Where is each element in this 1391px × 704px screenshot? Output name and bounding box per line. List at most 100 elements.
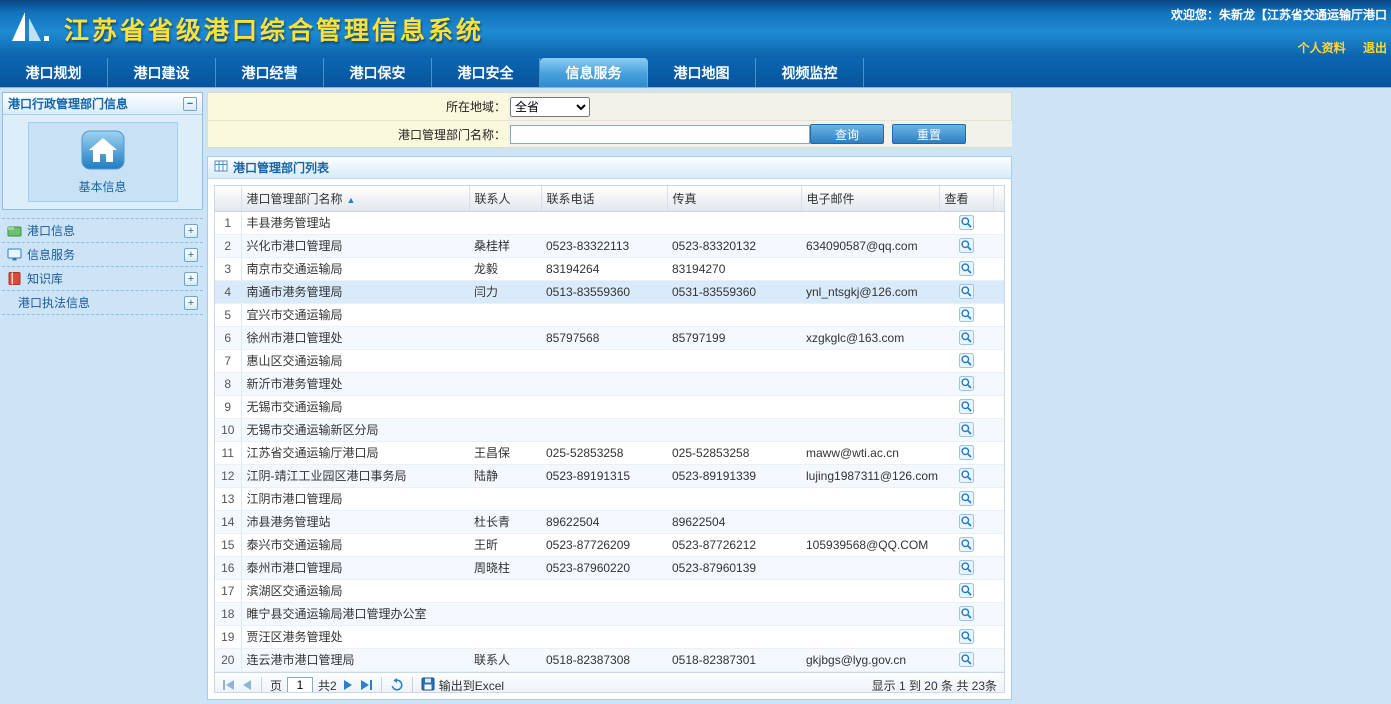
nav-tab-port-planning[interactable]: 港口规划 <box>0 58 108 87</box>
refresh-icon[interactable] <box>390 678 404 692</box>
col-fax[interactable]: 传真 <box>667 186 801 211</box>
view-magnifier-icon[interactable] <box>959 215 974 230</box>
sidebar-panel-header[interactable]: 港口行政管理部门信息 − <box>3 93 202 115</box>
nav-tab-port-safety[interactable]: 港口安全 <box>432 58 540 87</box>
sidebar-item-label: 港口信息 <box>27 222 75 239</box>
nav-tab-port-security[interactable]: 港口保安 <box>324 58 432 87</box>
table-row[interactable]: 1 丰县港务管理站 <box>215 211 1004 234</box>
sidebar-item-info-service[interactable]: 信息服务 + <box>2 243 203 267</box>
view-magnifier-icon[interactable] <box>959 468 974 483</box>
table-row[interactable]: 19 贾汪区港务管理处 <box>215 625 1004 648</box>
sidebar: 港口行政管理部门信息 − <box>2 92 203 700</box>
expand-button[interactable]: + <box>184 272 198 286</box>
table-row[interactable]: 12 江阴-靖江工业园区港口事务局 陆静 0523-89191315 0523-… <box>215 464 1004 487</box>
col-email[interactable]: 电子邮件 <box>801 186 939 211</box>
nav-tab-video-monitor[interactable]: 视频监控 <box>756 58 864 87</box>
sidebar-item-port-law-enforcement[interactable]: 港口执法信息 + <box>2 291 203 315</box>
cell-dept-name: 新沂市港务管理处 <box>241 372 469 395</box>
col-dept-name[interactable]: 港口管理部门名称▲ <box>241 186 469 211</box>
cell-filler <box>993 464 1004 487</box>
sidebar-item-port-info[interactable]: 港口信息 + <box>2 219 203 243</box>
nav-tab-port-construction[interactable]: 港口建设 <box>108 58 216 87</box>
table-row[interactable]: 7 惠山区交通运输局 <box>215 349 1004 372</box>
table-row[interactable]: 16 泰州市港口管理局 周晓柱 0523-87960220 0523-87960… <box>215 556 1004 579</box>
cell-contact <box>469 326 541 349</box>
table-row[interactable]: 18 睢宁县交通运输局港口管理办公室 <box>215 602 1004 625</box>
table-row[interactable]: 5 宜兴市交通运输局 <box>215 303 1004 326</box>
sidebar-item-label: 基本信息 <box>78 178 126 195</box>
table-row[interactable]: 2 兴化市港口管理局 桑桂样 0523-83322113 0523-833201… <box>215 234 1004 257</box>
view-magnifier-icon[interactable] <box>959 376 974 391</box>
cell-fax: 0518-82387301 <box>667 648 801 671</box>
reset-button[interactable]: 重置 <box>892 124 966 144</box>
expand-button[interactable]: + <box>184 248 198 262</box>
view-magnifier-icon[interactable] <box>959 652 974 667</box>
cell-fax <box>667 625 801 648</box>
table-row[interactable]: 15 泰兴市交通运输局 王昕 0523-87726209 0523-877262… <box>215 533 1004 556</box>
table-row[interactable]: 17 滨湖区交通运输局 <box>215 579 1004 602</box>
view-magnifier-icon[interactable] <box>959 399 974 414</box>
table-row[interactable]: 10 无锡市交通运输新区分局 <box>215 418 1004 441</box>
query-button[interactable]: 查询 <box>810 124 884 144</box>
region-select[interactable]: 全省 <box>510 97 590 117</box>
logout-link[interactable]: 退出 <box>1363 41 1387 55</box>
view-magnifier-icon[interactable] <box>959 606 974 621</box>
view-magnifier-icon[interactable] <box>959 491 974 506</box>
col-contact[interactable]: 联系人 <box>469 186 541 211</box>
cell-contact <box>469 418 541 441</box>
view-magnifier-icon[interactable] <box>959 514 974 529</box>
table-row[interactable]: 9 无锡市交通运输局 <box>215 395 1004 418</box>
row-number: 16 <box>215 556 241 579</box>
cell-contact <box>469 211 541 234</box>
expand-button[interactable]: + <box>184 224 198 238</box>
app-logo-icon <box>10 10 52 48</box>
view-magnifier-icon[interactable] <box>959 560 974 575</box>
cell-phone <box>541 211 667 234</box>
view-magnifier-icon[interactable] <box>959 261 974 276</box>
view-magnifier-icon[interactable] <box>959 422 974 437</box>
row-number: 19 <box>215 625 241 648</box>
table-row[interactable]: 4 南通市港务管理局 闫力 0513-83559360 0531-8355936… <box>215 280 1004 303</box>
nav-tab-info-service[interactable]: 信息服务 <box>540 58 648 87</box>
prev-page-button[interactable] <box>241 679 253 691</box>
table-row[interactable]: 14 沛县港务管理站 杜长青 89622504 89622504 <box>215 510 1004 533</box>
table-row[interactable]: 3 南京市交通运输局 龙毅 83194264 83194270 <box>215 257 1004 280</box>
col-view[interactable]: 查看 <box>939 186 993 211</box>
view-magnifier-icon[interactable] <box>959 330 974 345</box>
view-magnifier-icon[interactable] <box>959 445 974 460</box>
view-magnifier-icon[interactable] <box>959 238 974 253</box>
table-row[interactable]: 13 江阴市港口管理局 <box>215 487 1004 510</box>
view-magnifier-icon[interactable] <box>959 307 974 322</box>
cell-phone: 0523-87960220 <box>541 556 667 579</box>
cell-filler <box>993 372 1004 395</box>
row-number: 4 <box>215 280 241 303</box>
expand-button[interactable]: + <box>184 296 198 310</box>
first-page-button[interactable] <box>222 679 236 691</box>
next-page-button[interactable] <box>342 679 354 691</box>
nav-tab-port-operation[interactable]: 港口经营 <box>216 58 324 87</box>
profile-link[interactable]: 个人资料 <box>1298 41 1346 55</box>
view-magnifier-icon[interactable] <box>959 537 974 552</box>
table-header-row: 港口管理部门名称▲ 联系人 联系电话 传真 电子邮件 查看 <box>215 186 1004 211</box>
sidebar-item-basic-info[interactable]: 基本信息 <box>28 122 178 202</box>
page-number-input[interactable] <box>287 677 313 694</box>
sidebar-item-knowledge-base[interactable]: 知识库 + <box>2 267 203 291</box>
col-phone[interactable]: 联系电话 <box>541 186 667 211</box>
view-magnifier-icon[interactable] <box>959 583 974 598</box>
collapse-button[interactable]: − <box>183 97 197 111</box>
export-excel-button[interactable]: 输出到Excel <box>421 677 504 694</box>
table-row[interactable]: 20 连云港市港口管理局 联系人 0518-82387308 0518-8238… <box>215 648 1004 671</box>
cell-fax <box>667 579 801 602</box>
cell-dept-name: 江阴-靖江工业园区港口事务局 <box>241 464 469 487</box>
dept-name-input[interactable] <box>510 125 810 144</box>
last-page-button[interactable] <box>359 679 373 691</box>
table-row[interactable]: 11 江苏省交通运输厅港口局 王昌保 025-52853258 025-5285… <box>215 441 1004 464</box>
view-magnifier-icon[interactable] <box>959 353 974 368</box>
cell-dept-name: 泰州市港口管理局 <box>241 556 469 579</box>
nav-tab-port-map[interactable]: 港口地图 <box>648 58 756 87</box>
view-magnifier-icon[interactable] <box>959 629 974 644</box>
view-magnifier-icon[interactable] <box>959 284 974 299</box>
table-row[interactable]: 8 新沂市港务管理处 <box>215 372 1004 395</box>
table-row[interactable]: 6 徐州市港口管理处 85797568 85797199 xzgkglc@163… <box>215 326 1004 349</box>
cell-phone: 83194264 <box>541 257 667 280</box>
